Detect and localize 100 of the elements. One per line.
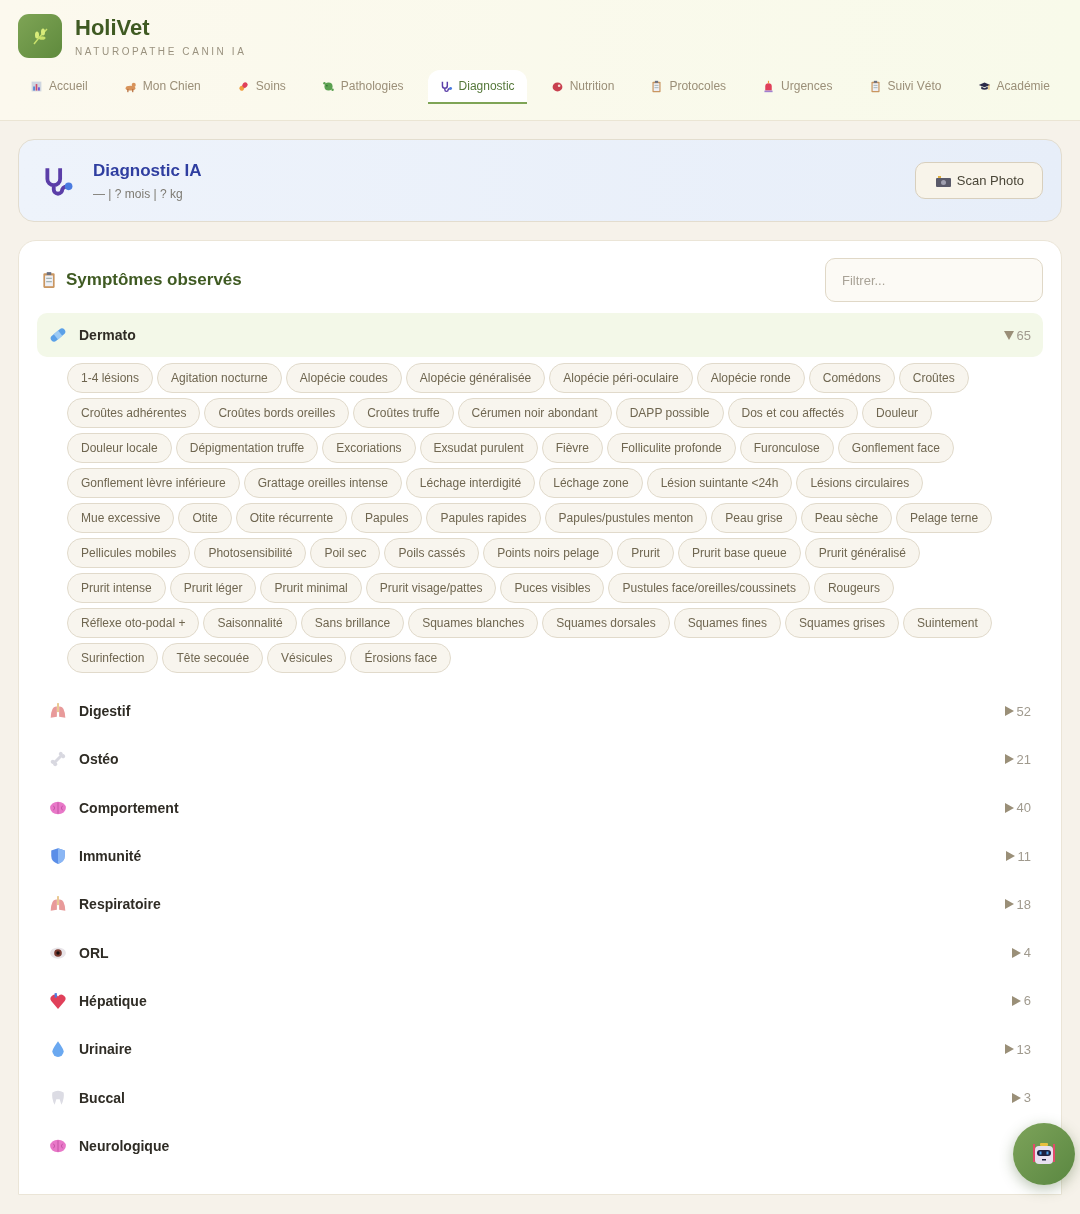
category-count: 21 (1016, 751, 1031, 767)
category-name: Urinaire (79, 1041, 132, 1058)
category-name: Ostéo (79, 751, 119, 768)
symptom-chip[interactable]: Agitation nocturne (157, 363, 282, 393)
symptom-chip[interactable]: Saisonnalité (203, 608, 297, 638)
category-header[interactable]: Immunité 11 (37, 831, 1043, 881)
nav-tab[interactable]: Soins (224, 70, 298, 104)
category-name: Hépatique (79, 992, 147, 1009)
symptom-chip[interactable]: Peau sèche (800, 503, 893, 533)
nav-tab[interactable]: Diagnostic (427, 70, 527, 104)
symptom-chip[interactable]: Douleur (862, 398, 933, 428)
symptom-chip[interactable]: Sans brillance (300, 608, 405, 638)
symptom-chip[interactable]: Croûtes (898, 363, 969, 393)
nav-tab[interactable]: Protocoles (638, 70, 739, 104)
symptom-chip[interactable]: Alopécie péri-oculaire (549, 363, 693, 393)
symptom-chip[interactable]: Comédons (808, 363, 895, 393)
symptom-chip[interactable]: Surinfection (67, 643, 159, 673)
symptom-chip[interactable]: Douleur locale (67, 433, 172, 463)
symptom-chip[interactable]: Prurit généralisé (804, 538, 921, 568)
category-header[interactable]: Buccal 3 (37, 1073, 1043, 1122)
dog-summary: — | ? mois | ? kg (93, 186, 184, 201)
category-count: 11 (1017, 848, 1031, 864)
symptom-chip[interactable]: Excoriations (322, 433, 416, 463)
category-header[interactable]: Urinaire 13 (37, 1025, 1043, 1074)
symptom-chip[interactable]: Points noirs pelage (483, 538, 614, 568)
symptom-chip[interactable]: Croûtes adhérentes (67, 398, 201, 428)
clipboard-icon (40, 271, 58, 289)
symptom-chip[interactable]: Pelage terne (896, 503, 993, 533)
category-count: 40 (1016, 800, 1031, 816)
category-header[interactable]: Digestif 52 (37, 687, 1043, 736)
symptom-chip[interactable]: Photosensibilité (194, 538, 307, 568)
scan-photo-button[interactable]: Scan Photo (914, 162, 1043, 199)
symptom-chip[interactable]: Papules rapides (426, 503, 541, 533)
nav-tab[interactable]: Mon Chien (111, 70, 213, 104)
category-header[interactable]: Respiratoire 18 (37, 880, 1043, 929)
symptom-chip[interactable]: Léchage zone (539, 468, 643, 498)
nav-tab[interactable]: Suivi Véto (856, 70, 954, 104)
filter-field[interactable]: Filtrer... (825, 258, 1043, 302)
symptom-chip[interactable]: Gonflement lèvre inférieure (67, 468, 240, 498)
symptom-chip[interactable]: Peau grise (711, 503, 797, 533)
symptom-chip[interactable]: Poil sec (310, 538, 381, 568)
symptom-chip[interactable]: Lésion suintante <24h (646, 468, 793, 498)
symptom-chip[interactable]: Alopécie ronde (696, 363, 805, 393)
symptom-chip[interactable]: Érosions face (350, 643, 452, 673)
symptom-chip[interactable]: Squames blanches (408, 608, 539, 638)
category-header[interactable]: Ostéo 21 (37, 735, 1043, 784)
symptom-chip[interactable]: Exsudat purulent (419, 433, 538, 463)
symptom-chip[interactable]: Squames fines (673, 608, 782, 638)
symptom-chip[interactable]: Dos et cou affectés (727, 398, 859, 428)
category-header[interactable]: Comportement 40 (37, 783, 1043, 832)
nav-tab[interactable]: Accueil (18, 70, 100, 104)
symptom-chip[interactable]: Alopécie généralisée (405, 363, 546, 393)
symptom-chip[interactable]: Dépigmentation truffe (175, 433, 319, 463)
symptom-chip[interactable]: Réflexe oto-podal + (67, 608, 200, 638)
symptom-chip[interactable]: Prurit léger (169, 573, 257, 603)
bar-chart-icon (30, 79, 43, 93)
symptom-chip[interactable]: 1-4 lésions (67, 363, 154, 393)
symptom-chip[interactable]: Croûtes truffe (353, 398, 454, 428)
symptom-chip[interactable]: Cérumen noir abondant (457, 398, 612, 428)
symptom-chip[interactable]: Lésions circulaires (796, 468, 924, 498)
symptom-chip[interactable]: Prurit base queue (677, 538, 801, 568)
category-header[interactable]: ORL 4 (37, 928, 1043, 977)
symptom-chip[interactable]: Pustules face/oreilles/coussinets (608, 573, 810, 603)
symptom-chip[interactable]: Pellicules mobiles (67, 538, 191, 568)
symptom-chip[interactable]: Tête secouée (162, 643, 264, 673)
symptom-chip[interactable]: Fièvre (541, 433, 603, 463)
symptom-chip[interactable]: Suintement (903, 608, 992, 638)
symptom-chip[interactable]: Poils cassés (384, 538, 480, 568)
symptom-chip[interactable]: Léchage interdigité (405, 468, 536, 498)
nav-tab[interactable]: Académie (965, 70, 1062, 104)
symptom-chip[interactable]: Otite (178, 503, 232, 533)
symptom-chip[interactable]: Furonculose (739, 433, 834, 463)
symptom-chip[interactable]: Puces visibles (500, 573, 605, 603)
symptom-chip[interactable]: Vésicules (267, 643, 347, 673)
symptom-chip[interactable]: Gonflement face (837, 433, 954, 463)
nav-tab[interactable]: Nutrition (538, 70, 627, 104)
symptom-chip[interactable]: Croûtes bords oreilles (204, 398, 350, 428)
nav-tab[interactable]: Urgences (750, 70, 845, 104)
symptom-chip[interactable]: Squames dorsales (542, 608, 670, 638)
symptom-chip[interactable]: Papules (351, 503, 423, 533)
symptom-chip[interactable]: Squames grises (785, 608, 900, 638)
category-count: 18 (1016, 896, 1031, 912)
symptom-chip[interactable]: Alopécie coudes (285, 363, 402, 393)
category-header[interactable]: Dermato 65 (37, 313, 1043, 357)
category-header[interactable]: Neurologique (37, 1121, 1001, 1170)
symptom-chip[interactable]: Prurit (617, 538, 674, 568)
category-header[interactable]: Hépatique 6 (37, 976, 1043, 1026)
symptom-chip[interactable]: Prurit minimal (260, 573, 362, 603)
symptom-chip[interactable]: Otite récurrente (235, 503, 348, 533)
symptom-chip[interactable]: Rougeurs (813, 573, 894, 603)
section-title: Symptômes observés (66, 270, 242, 290)
symptom-chip[interactable]: DAPP possible (615, 398, 724, 428)
symptom-chip[interactable]: Mue excessive (67, 503, 175, 533)
nav-tab[interactable]: Pathologies (309, 70, 416, 104)
symptom-chip[interactable]: Prurit intense (67, 573, 166, 603)
category-count: 6 (1023, 993, 1031, 1009)
symptom-chip[interactable]: Prurit visage/pattes (365, 573, 497, 603)
symptom-chip[interactable]: Grattage oreilles intense (243, 468, 402, 498)
symptom-chip[interactable]: Folliculite profonde (607, 433, 736, 463)
symptom-chip[interactable]: Papules/pustules menton (544, 503, 708, 533)
